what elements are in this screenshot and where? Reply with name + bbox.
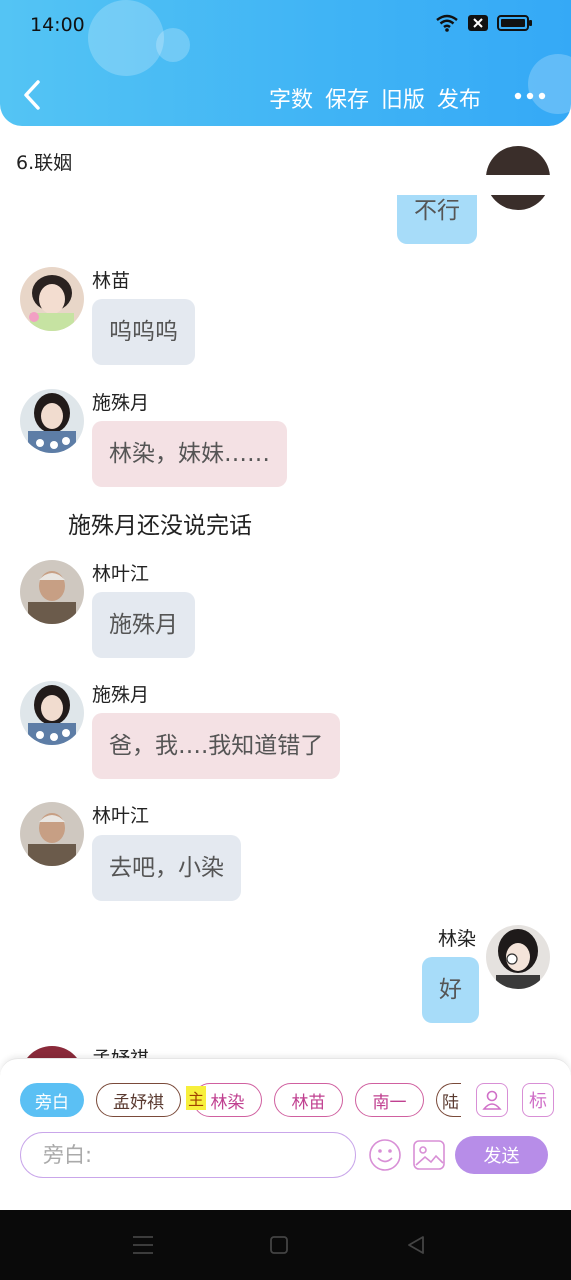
main-character-tag: 主 xyxy=(186,1086,207,1110)
sender-name: 林苗 xyxy=(92,270,131,292)
sender-name: 林染 xyxy=(438,928,477,950)
message-bubble[interactable]: 好 xyxy=(422,957,479,1023)
avatar[interactable] xyxy=(486,925,550,989)
message-bubble[interactable]: 林染，妹妹…… xyxy=(92,421,287,487)
sender-name: 施殊月 xyxy=(92,392,150,414)
sender-name: 施殊月 xyxy=(92,684,150,706)
top-bar: 14:00 字数 保存 旧版 发布 xyxy=(0,0,571,126)
character-chip-c4[interactable]: 南一 xyxy=(355,1083,424,1117)
avatar[interactable] xyxy=(20,267,84,331)
image-icon[interactable] xyxy=(412,1138,446,1172)
chapter-title: 6.联姻 xyxy=(16,152,73,174)
more-icon[interactable] xyxy=(513,86,547,106)
message-bubble[interactable]: 呜呜呜 xyxy=(92,299,195,365)
save-button[interactable]: 保存 xyxy=(325,82,369,114)
message-bubble[interactable]: 爸，我….我知道错了 xyxy=(92,713,341,779)
word-count-button[interactable]: 字数 xyxy=(269,82,313,114)
message-bubble[interactable]: 施殊月 xyxy=(92,592,195,658)
status-time: 14:00 xyxy=(30,14,85,36)
sim-off-icon xyxy=(468,15,488,31)
avatar[interactable] xyxy=(20,560,84,624)
publish-button[interactable]: 发布 xyxy=(437,82,481,114)
character-chip-c3[interactable]: 林苗 xyxy=(274,1083,343,1117)
character-chip-c1[interactable]: 孟妤祺 xyxy=(96,1083,181,1117)
back-nav-icon[interactable] xyxy=(405,1234,427,1256)
send-button[interactable]: 发送 xyxy=(455,1136,548,1174)
person-icon xyxy=(482,1090,502,1110)
wifi-icon xyxy=(436,14,458,32)
avatar[interactable] xyxy=(20,681,84,745)
sender-name: 林叶江 xyxy=(92,563,150,585)
message-bubble[interactable]: 去吧，小染 xyxy=(92,835,241,901)
avatar[interactable] xyxy=(20,389,84,453)
status-icons xyxy=(435,14,533,32)
sender-name: 林叶江 xyxy=(92,805,150,827)
back-icon[interactable] xyxy=(18,78,48,112)
emoji-icon[interactable] xyxy=(368,1138,402,1172)
system-nav-bar xyxy=(0,1210,571,1280)
old-version-button[interactable]: 旧版 xyxy=(381,82,425,114)
avatar[interactable] xyxy=(20,802,84,866)
menu-icon[interactable] xyxy=(132,1234,154,1256)
tag-button[interactable]: 标 xyxy=(522,1083,554,1117)
battery-icon xyxy=(497,15,532,31)
character-manage-button[interactable] xyxy=(476,1083,508,1117)
narration-text[interactable]: 施殊月还没说完话 xyxy=(68,506,252,540)
character-chip-narrator[interactable]: 旁白 xyxy=(20,1083,84,1117)
home-icon[interactable] xyxy=(269,1235,289,1255)
message-input[interactable]: 旁白: xyxy=(20,1132,356,1178)
